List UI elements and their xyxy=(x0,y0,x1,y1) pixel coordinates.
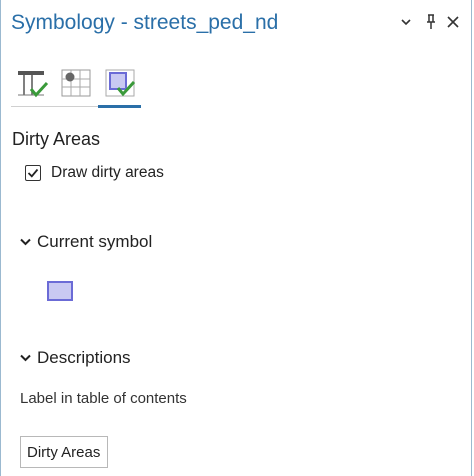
chevron-down-icon[interactable] xyxy=(396,10,416,34)
descriptions-header[interactable]: Descriptions xyxy=(19,346,131,370)
grid-point-icon xyxy=(61,69,91,97)
table-check-icon xyxy=(18,71,49,98)
active-tab-indicator xyxy=(98,105,141,108)
current-symbol-label: Current symbol xyxy=(37,232,153,251)
chevron-down-icon xyxy=(19,236,31,248)
close-icon[interactable] xyxy=(443,10,463,34)
tab-vary-symbology[interactable] xyxy=(55,60,97,106)
pin-icon[interactable] xyxy=(421,10,441,34)
draw-dirty-areas-option[interactable]: Draw dirty areas xyxy=(25,162,164,184)
checkmark-icon xyxy=(27,168,39,178)
toc-label-caption: Label in table of contents xyxy=(20,390,187,407)
descriptions-label: Descriptions xyxy=(37,348,131,367)
current-symbol-swatch[interactable] xyxy=(47,281,73,301)
current-symbol-header[interactable]: Current symbol xyxy=(19,230,152,254)
draw-dirty-areas-label: Draw dirty areas xyxy=(51,164,164,181)
symbology-pane: Symbology - streets_ped_nd Dirty Areas D… xyxy=(0,0,472,476)
symbology-tabs xyxy=(11,60,146,108)
toc-label-input[interactable] xyxy=(20,436,108,468)
area-check-icon xyxy=(105,69,136,97)
tab-dirty-areas[interactable] xyxy=(99,60,141,106)
pane-title: Symbology - streets_ped_nd xyxy=(11,11,279,34)
chevron-down-icon xyxy=(19,352,31,364)
tab-primary-symbology[interactable] xyxy=(11,60,53,106)
draw-dirty-areas-checkbox[interactable] xyxy=(25,165,41,181)
dirty-areas-heading: Dirty Areas xyxy=(12,129,101,149)
